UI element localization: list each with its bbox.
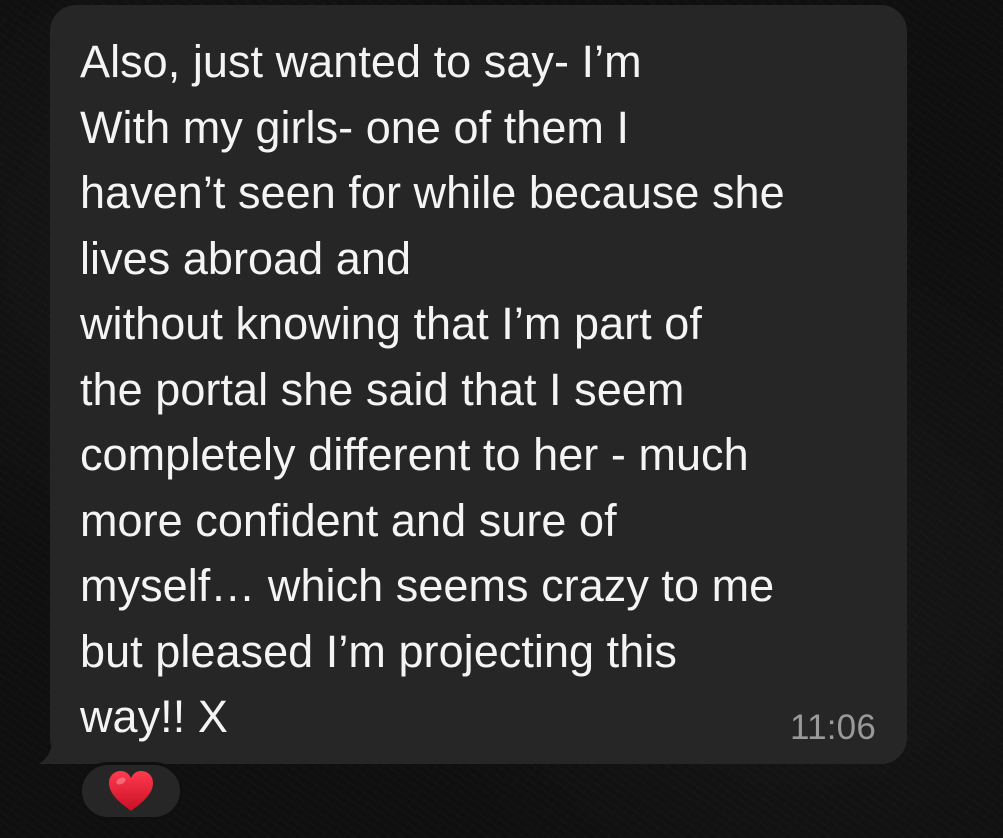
message-bubble-tail (39, 720, 78, 764)
red-heart-icon (109, 771, 153, 811)
message-text: Also, just wanted to say- I’m With my gi… (80, 36, 785, 742)
message-timestamp: 11:06 (790, 708, 876, 747)
incoming-message-bubble[interactable]: Also, just wanted to say- I’m With my gi… (50, 5, 907, 764)
reaction-badge[interactable] (79, 762, 183, 820)
